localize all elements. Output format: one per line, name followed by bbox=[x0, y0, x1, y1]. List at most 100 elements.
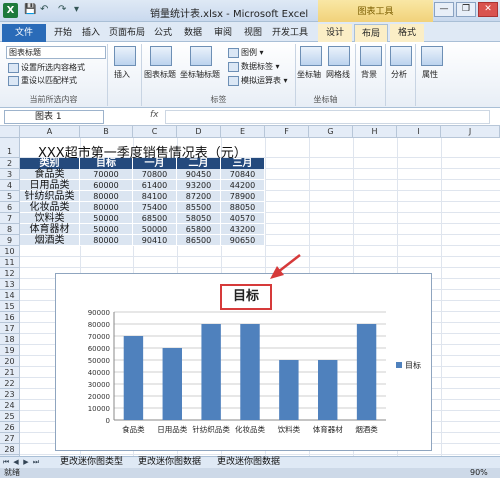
analysis-button[interactable]: 分析 bbox=[391, 69, 407, 80]
row-header[interactable]: 8 bbox=[0, 224, 20, 235]
table-header-cell[interactable]: 目标 bbox=[80, 158, 133, 169]
table-header-cell[interactable]: 三月 bbox=[221, 158, 265, 169]
data-labels-button[interactable]: 数据标签 ▾ bbox=[228, 61, 280, 72]
table-cell[interactable]: 78900 bbox=[221, 191, 265, 202]
last-sheet-icon[interactable]: ⏭ bbox=[32, 458, 40, 467]
tab-insert[interactable]: 插入 bbox=[78, 24, 104, 42]
row-header[interactable]: 14 bbox=[0, 290, 20, 301]
row-header[interactable]: 16 bbox=[0, 312, 20, 323]
zoom-level[interactable]: 90% bbox=[470, 468, 488, 478]
table-cell[interactable]: 86500 bbox=[177, 235, 221, 246]
table-cell[interactable]: 日用品类 bbox=[20, 180, 80, 191]
column-header[interactable]: G bbox=[309, 126, 353, 138]
table-header-cell[interactable]: 二月 bbox=[177, 158, 221, 169]
column-header[interactable]: D bbox=[177, 126, 221, 138]
table-cell[interactable]: 61400 bbox=[133, 180, 177, 191]
table-cell[interactable]: 80000 bbox=[80, 191, 133, 202]
legend-button[interactable]: 图例 ▾ bbox=[228, 47, 264, 58]
column-header[interactable]: B bbox=[80, 126, 133, 138]
format-selection-button[interactable]: 设置所选内容格式 bbox=[8, 62, 85, 73]
row-header[interactable]: 9 bbox=[0, 235, 20, 246]
row-header[interactable]: 12 bbox=[0, 268, 20, 279]
table-cell[interactable]: 68500 bbox=[133, 213, 177, 224]
table-cell[interactable]: 80000 bbox=[80, 202, 133, 213]
row-header[interactable]: 3 bbox=[0, 169, 20, 180]
close-button[interactable]: ✕ bbox=[478, 2, 498, 17]
table-cell[interactable]: 93200 bbox=[177, 180, 221, 191]
tab-formulas[interactable]: 公式 bbox=[150, 24, 176, 42]
table-cell[interactable]: 87200 bbox=[177, 191, 221, 202]
tab-developer[interactable]: 开发工具 bbox=[270, 24, 310, 42]
tab-view[interactable]: 视图 bbox=[240, 24, 266, 42]
row-header[interactable]: 28 bbox=[0, 444, 20, 455]
table-cell[interactable]: 60000 bbox=[80, 180, 133, 191]
row-header[interactable]: 26 bbox=[0, 422, 20, 433]
column-header[interactable]: A bbox=[20, 126, 80, 138]
table-cell[interactable]: 43200 bbox=[221, 224, 265, 235]
chart-area[interactable]: 目标 0 10000 20000 30000 40000 50000 60000 70000 8… bbox=[55, 273, 432, 451]
next-sheet-icon[interactable]: ▶ bbox=[22, 458, 30, 467]
row-header[interactable]: 17 bbox=[0, 323, 20, 334]
table-cell[interactable]: 65800 bbox=[177, 224, 221, 235]
column-header[interactable]: C bbox=[133, 126, 177, 138]
row-header[interactable]: 23 bbox=[0, 389, 20, 400]
column-header[interactable]: E bbox=[221, 126, 265, 138]
tab-review[interactable]: 审阅 bbox=[210, 24, 236, 42]
table-cell[interactable]: 50000 bbox=[133, 224, 177, 235]
tab-design[interactable]: 设计 bbox=[318, 24, 352, 42]
reset-style-button[interactable]: 重设以匹配样式 bbox=[8, 75, 77, 86]
axis-titles-button[interactable]: 坐标轴标题 bbox=[180, 69, 220, 80]
row-header[interactable]: 21 bbox=[0, 367, 20, 378]
row-header[interactable]: 18 bbox=[0, 334, 20, 345]
gridlines-button[interactable]: 网格线 bbox=[326, 69, 350, 80]
tab-home[interactable]: 开始 bbox=[50, 24, 76, 42]
column-header[interactable]: J bbox=[441, 126, 500, 138]
table-cell[interactable]: 烟酒类 bbox=[20, 235, 80, 246]
row-header[interactable]: 15 bbox=[0, 301, 20, 312]
save-icon[interactable]: 💾 bbox=[24, 4, 36, 15]
chart-title-button[interactable]: 图表标题 bbox=[144, 69, 176, 80]
table-cell[interactable]: 体育器材 bbox=[20, 224, 80, 235]
table-cell[interactable]: 75400 bbox=[133, 202, 177, 213]
excel-app-icon[interactable]: X bbox=[3, 3, 18, 18]
table-cell[interactable]: 70840 bbox=[221, 169, 265, 180]
table-cell[interactable]: 85500 bbox=[177, 202, 221, 213]
customize-toolbar-icon[interactable]: ▾ bbox=[74, 4, 79, 15]
row-header[interactable]: 11 bbox=[0, 257, 20, 268]
row-header[interactable]: 19 bbox=[0, 345, 20, 356]
row-header[interactable]: 5 bbox=[0, 191, 20, 202]
row-header[interactable]: 22 bbox=[0, 378, 20, 389]
row-header[interactable]: 4 bbox=[0, 180, 20, 191]
column-header[interactable]: F bbox=[265, 126, 309, 138]
properties-button[interactable]: 属性 bbox=[422, 69, 438, 80]
tab-format[interactable]: 格式 bbox=[390, 24, 424, 42]
select-all-corner[interactable] bbox=[0, 126, 20, 138]
table-cell[interactable]: 84100 bbox=[133, 191, 177, 202]
row-header[interactable]: 27 bbox=[0, 433, 20, 444]
table-cell[interactable]: 针纺织品类 bbox=[20, 191, 80, 202]
tab-data[interactable]: 数据 bbox=[180, 24, 206, 42]
undo-icon[interactable]: ↶ bbox=[40, 4, 48, 15]
table-cell[interactable]: 70800 bbox=[133, 169, 177, 180]
table-cell[interactable]: 58050 bbox=[177, 213, 221, 224]
table-cell[interactable]: 饮料类 bbox=[20, 213, 80, 224]
tab-page-layout[interactable]: 页面布局 bbox=[106, 24, 148, 42]
table-header-cell[interactable]: 一月 bbox=[133, 158, 177, 169]
row-header[interactable]: 25 bbox=[0, 411, 20, 422]
row-header[interactable]: 7 bbox=[0, 213, 20, 224]
table-cell[interactable]: 80000 bbox=[80, 235, 133, 246]
name-box[interactable]: 图表 1 bbox=[4, 110, 104, 124]
chart-element-combo[interactable]: 图表标题 bbox=[6, 46, 106, 59]
first-sheet-icon[interactable]: ⏮ bbox=[2, 458, 10, 467]
table-cell[interactable]: 化妆品类 bbox=[20, 202, 80, 213]
background-button[interactable]: 背景 bbox=[361, 69, 377, 80]
table-cell[interactable]: 90650 bbox=[221, 235, 265, 246]
table-cell[interactable]: 50000 bbox=[80, 213, 133, 224]
table-cell[interactable]: 88050 bbox=[221, 202, 265, 213]
row-header[interactable]: 6 bbox=[0, 202, 20, 213]
column-header[interactable]: I bbox=[397, 126, 441, 138]
table-cell[interactable]: 40570 bbox=[221, 213, 265, 224]
axes-button[interactable]: 坐标轴 bbox=[297, 69, 321, 80]
minimize-button[interactable]: — bbox=[434, 2, 454, 17]
table-cell[interactable]: 50000 bbox=[80, 224, 133, 235]
